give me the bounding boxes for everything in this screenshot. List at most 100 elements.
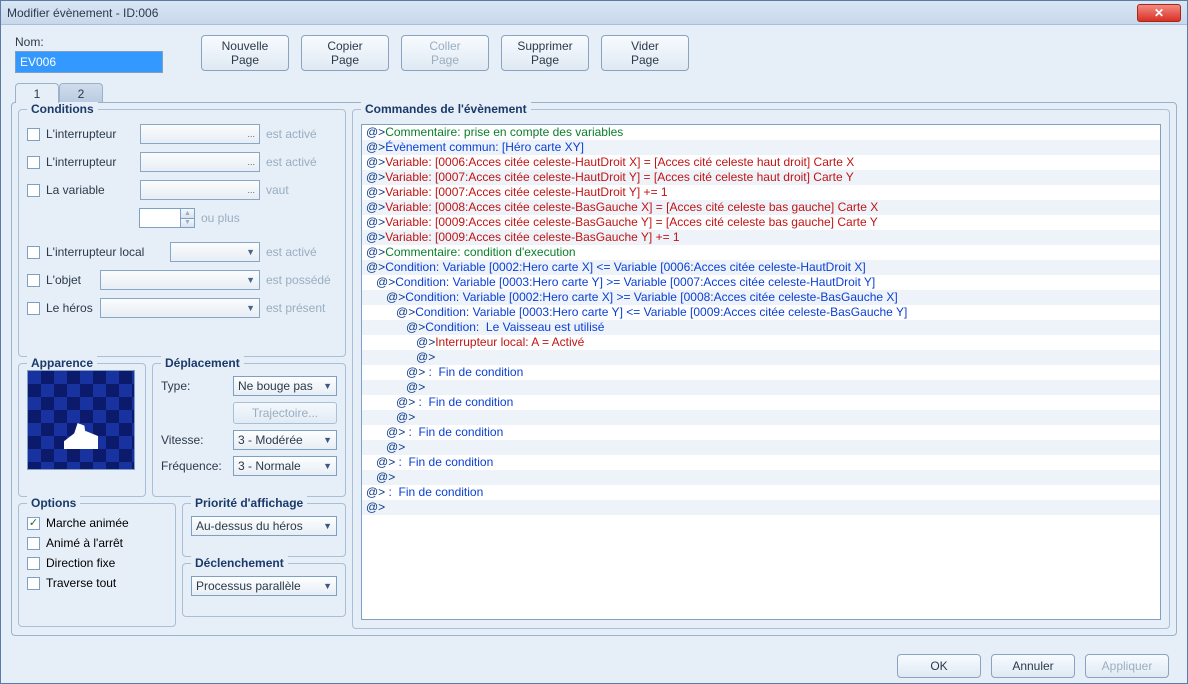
- command-line[interactable]: @>: [362, 350, 1160, 365]
- commands-group: Commandes de l'évènement @>Commentaire: …: [352, 109, 1170, 629]
- copy-page-button[interactable]: CopierPage: [301, 35, 389, 71]
- conditions-legend: Conditions: [27, 102, 98, 116]
- top-row: Nom: NouvellePage CopierPage CollerPage …: [1, 25, 1187, 73]
- chevron-down-icon: ▼: [323, 435, 332, 445]
- event-editor-window: Modifier évènement - ID:006 ✕ Nom: Nouve…: [0, 0, 1188, 684]
- tab-1[interactable]: 1: [15, 83, 59, 103]
- movement-type-label: Type:: [161, 379, 227, 393]
- speed-label: Vitesse:: [161, 433, 227, 447]
- command-line[interactable]: @> : Fin de condition: [362, 395, 1160, 410]
- command-line[interactable]: @>Variable: [0009:Acces citée celeste-Ba…: [362, 230, 1160, 245]
- spinner-down[interactable]: ▼: [180, 218, 194, 228]
- movement-group: Déplacement Type: Ne bouge pas▼ Trajecto…: [152, 363, 346, 497]
- item-label: L'objet: [46, 273, 94, 287]
- step-anim-checkbox[interactable]: [27, 537, 40, 550]
- priority-group: Priorité d'affichage Au-dessus du héros▼: [182, 503, 346, 557]
- clear-page-button[interactable]: ViderPage: [601, 35, 689, 71]
- appearance-preview[interactable]: [27, 370, 135, 470]
- titlebar: Modifier évènement - ID:006 ✕: [1, 1, 1187, 25]
- through-label: Traverse tout: [46, 576, 116, 590]
- tab-2[interactable]: 2: [59, 83, 103, 103]
- delete-page-button[interactable]: SupprimerPage: [501, 35, 589, 71]
- command-line[interactable]: @>Variable: [0009:Acces citée celeste-Ba…: [362, 215, 1160, 230]
- command-line[interactable]: @>: [362, 380, 1160, 395]
- walk-anim-checkbox[interactable]: [27, 517, 40, 530]
- command-line[interactable]: @>Variable: [0006:Acces citée celeste-Ha…: [362, 155, 1160, 170]
- frequency-dropdown[interactable]: 3 - Normale▼: [233, 456, 337, 476]
- command-line[interactable]: @>Variable: [0007:Acces citée celeste-Ha…: [362, 170, 1160, 185]
- command-line[interactable]: @>: [362, 410, 1160, 425]
- commands-list[interactable]: @>Commentaire: prise en compte des varia…: [361, 124, 1161, 620]
- switch2-dropdown[interactable]: ...: [140, 152, 260, 172]
- command-line[interactable]: @> : Fin de condition: [362, 455, 1160, 470]
- command-line[interactable]: @>Interrupteur local: A = Activé: [362, 335, 1160, 350]
- apply-button: Appliquer: [1085, 654, 1169, 678]
- new-page-button[interactable]: NouvellePage: [201, 35, 289, 71]
- actor-checkbox[interactable]: [27, 302, 40, 315]
- item-dropdown[interactable]: ▼: [100, 270, 260, 290]
- command-line[interactable]: @>: [362, 440, 1160, 455]
- command-line[interactable]: @>Condition: Le Vaisseau est utilisé: [362, 320, 1160, 335]
- spinner-up[interactable]: ▲: [180, 209, 194, 218]
- switch2-label: L'interrupteur: [46, 155, 134, 169]
- switch1-label: L'interrupteur: [46, 127, 134, 141]
- dirfix-label: Direction fixe: [46, 556, 115, 570]
- page-body: Conditions L'interrupteur ... est activé…: [11, 102, 1177, 636]
- chevron-down-icon: ▼: [323, 581, 332, 591]
- ok-button[interactable]: OK: [897, 654, 981, 678]
- trajectory-button: Trajectoire...: [233, 402, 337, 424]
- cancel-button[interactable]: Annuler: [991, 654, 1075, 678]
- paste-page-button: CollerPage: [401, 35, 489, 71]
- command-line[interactable]: @> : Fin de condition: [362, 485, 1160, 500]
- command-line[interactable]: @>Évènement commun: [Héro carte XY]: [362, 140, 1160, 155]
- through-checkbox[interactable]: [27, 577, 40, 590]
- variable-checkbox[interactable]: [27, 184, 40, 197]
- actor-dropdown[interactable]: ▼: [100, 298, 260, 318]
- selfswitch-label: L'interrupteur local: [46, 245, 164, 259]
- chevron-down-icon: ▼: [323, 461, 332, 471]
- command-line[interactable]: @>Condition: Variable [0003:Hero carte Y…: [362, 275, 1160, 290]
- priority-legend: Priorité d'affichage: [191, 496, 307, 510]
- switch1-dropdown[interactable]: ...: [140, 124, 260, 144]
- chevron-down-icon: ▼: [246, 275, 255, 285]
- trigger-dropdown[interactable]: Processus parallèle▼: [191, 576, 337, 596]
- command-line[interactable]: @>Commentaire: prise en compte des varia…: [362, 125, 1160, 140]
- variable-label: La variable: [46, 183, 134, 197]
- variable-value-spinner[interactable]: ▲▼: [139, 208, 195, 228]
- chevron-down-icon: ▼: [246, 303, 255, 313]
- movement-type-dropdown[interactable]: Ne bouge pas▼: [233, 376, 337, 396]
- options-legend: Options: [27, 496, 80, 510]
- command-line[interactable]: @>: [362, 470, 1160, 485]
- dirfix-checkbox[interactable]: [27, 557, 40, 570]
- item-checkbox[interactable]: [27, 274, 40, 287]
- command-line[interactable]: @>Variable: [0008:Acces citée celeste-Ba…: [362, 200, 1160, 215]
- selfswitch-dropdown[interactable]: ▼: [170, 242, 260, 262]
- speed-dropdown[interactable]: 3 - Modérée▼: [233, 430, 337, 450]
- close-button[interactable]: ✕: [1137, 4, 1181, 22]
- command-line[interactable]: @> : Fin de condition: [362, 425, 1160, 440]
- name-input[interactable]: [15, 51, 163, 73]
- walk-anim-label: Marche animée: [46, 516, 129, 530]
- command-line[interactable]: @>Variable: [0007:Acces citée celeste-Ha…: [362, 185, 1160, 200]
- command-line[interactable]: @>Condition: Variable [0002:Hero carte X…: [362, 290, 1160, 305]
- trigger-legend: Déclenchement: [191, 556, 288, 570]
- command-line[interactable]: @>: [362, 500, 1160, 515]
- command-line[interactable]: @>Commentaire: condition d'execution: [362, 245, 1160, 260]
- actor-label: Le héros: [46, 301, 94, 315]
- selfswitch-checkbox[interactable]: [27, 246, 40, 259]
- priority-dropdown[interactable]: Au-dessus du héros▼: [191, 516, 337, 536]
- command-line[interactable]: @> : Fin de condition: [362, 365, 1160, 380]
- trigger-group: Déclenchement Processus parallèle▼: [182, 563, 346, 617]
- appearance-group: Apparence: [18, 363, 146, 497]
- page-tabs: 1 2: [15, 83, 1187, 103]
- commands-legend: Commandes de l'évènement: [361, 102, 531, 116]
- name-label: Nom:: [15, 35, 163, 49]
- step-anim-label: Animé à l'arrêt: [46, 536, 123, 550]
- chevron-down-icon: ▼: [323, 381, 332, 391]
- command-line[interactable]: @>Condition: Variable [0003:Hero carte Y…: [362, 305, 1160, 320]
- variable-dropdown[interactable]: ...: [140, 180, 260, 200]
- command-line[interactable]: @>Condition: Variable [0002:Hero carte X…: [362, 260, 1160, 275]
- chevron-down-icon: ▼: [323, 521, 332, 531]
- switch1-checkbox[interactable]: [27, 128, 40, 141]
- switch2-checkbox[interactable]: [27, 156, 40, 169]
